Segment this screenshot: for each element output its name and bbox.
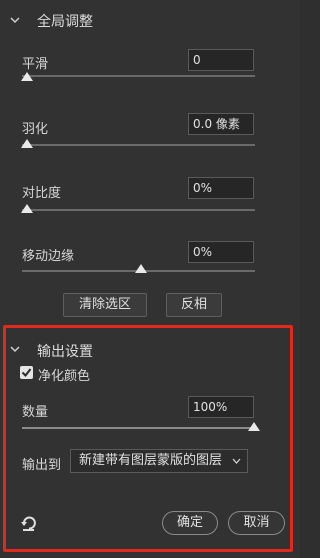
select-and-mask-properties-panel: 全局调整 平滑 0 羽化 0.0 像素 对比度 0% 移动边缘 0% 清除选区 …: [0, 0, 300, 558]
smooth-slider-track[interactable]: [22, 75, 255, 77]
section-title-output-settings: 输出设置: [37, 344, 93, 360]
smooth-input[interactable]: 0: [188, 49, 254, 71]
chevron-down-icon[interactable]: [9, 14, 21, 26]
invert-button[interactable]: 反相: [166, 293, 222, 317]
amount-input[interactable]: 100%: [188, 396, 254, 418]
amount-slider-track[interactable]: [22, 427, 255, 429]
checkmark-icon: [21, 368, 32, 378]
section-title-global-adjust: 全局调整: [37, 14, 93, 30]
shift-edge-slider-thumb[interactable]: [135, 264, 147, 273]
chevron-down-icon[interactable]: [9, 343, 21, 355]
ok-button[interactable]: 确定: [162, 511, 218, 535]
feather-slider-thumb[interactable]: [21, 139, 33, 148]
feather-slider-track[interactable]: [22, 144, 255, 146]
cancel-button[interactable]: 取消: [228, 511, 285, 535]
output-to-dropdown[interactable]: 新建带有图层蒙版的图层: [70, 449, 248, 473]
output-to-selected-value: 新建带有图层蒙版的图层: [79, 453, 223, 468]
output-to-label: 输出到: [22, 458, 62, 473]
feather-input[interactable]: 0.0 像素: [188, 113, 254, 135]
decontaminate-colors-label: 净化颜色: [38, 369, 91, 384]
smooth-label: 平滑: [22, 57, 49, 72]
feather-label: 羽化: [22, 122, 49, 137]
amount-label: 数量: [22, 405, 49, 420]
global-adjust-header[interactable]: 全局调整: [0, 10, 300, 30]
output-settings-header[interactable]: 输出设置: [0, 339, 290, 360]
amount-slider-thumb[interactable]: [248, 422, 260, 431]
clear-selection-button[interactable]: 清除选区: [63, 293, 147, 317]
contrast-slider-thumb[interactable]: [21, 204, 33, 213]
contrast-label: 对比度: [22, 186, 62, 201]
shift-edge-label: 移动边缘: [22, 249, 75, 264]
contrast-input[interactable]: 0%: [188, 177, 254, 199]
contrast-slider-track[interactable]: [22, 209, 255, 211]
smooth-slider-thumb[interactable]: [21, 72, 33, 81]
caret-down-icon: [232, 458, 241, 464]
reset-icon[interactable]: [20, 514, 38, 532]
shift-edge-input[interactable]: 0%: [188, 241, 254, 263]
decontaminate-colors-checkbox[interactable]: [20, 366, 33, 379]
